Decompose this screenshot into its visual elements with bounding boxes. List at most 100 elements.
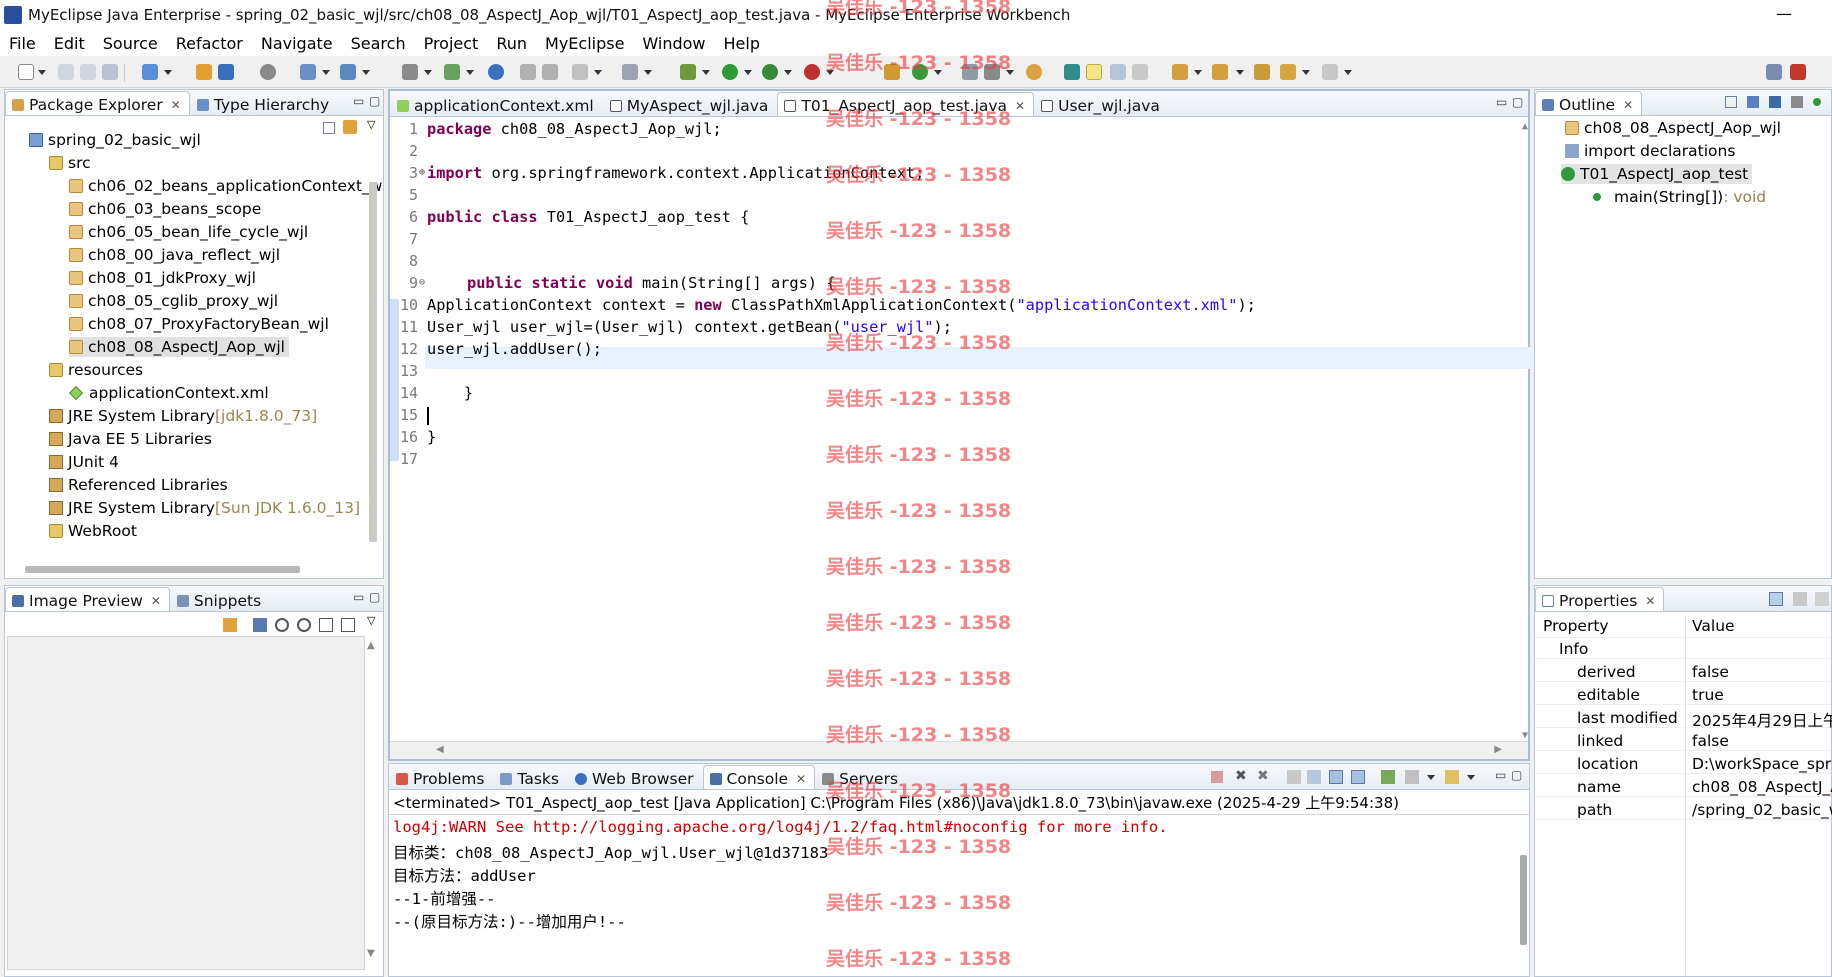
tab-outline[interactable]: Outline ✕ — [1535, 91, 1643, 115]
outline-item-package[interactable]: ch08_08_AspectJ_Aop_wjl — [1565, 118, 1781, 138]
close-icon[interactable]: ✕ — [796, 772, 806, 786]
open-type-dropdown-icon[interactable] — [424, 70, 432, 75]
back-dropdown-icon[interactable] — [1302, 70, 1310, 75]
tree-item-package[interactable]: ch08_07_ProxyFactoryBean_wjl — [69, 314, 329, 334]
horizontal-scrollbar[interactable] — [25, 566, 300, 573]
save-all-icon[interactable] — [80, 64, 96, 80]
tab-properties[interactable]: Properties ✕ — [1535, 587, 1665, 611]
new-dropdown-icon[interactable] — [38, 70, 46, 75]
outline-item-class[interactable]: T01_AspectJ_aop_test — [1561, 164, 1753, 184]
menu-help[interactable]: Help — [715, 34, 769, 53]
minimize-button[interactable]: — — [1776, 4, 1792, 23]
sort-icon[interactable] — [1747, 96, 1759, 108]
block-select-icon[interactable] — [1110, 64, 1126, 80]
property-row[interactable]: last modified 2025年4月29日上午9 — [1535, 708, 1832, 730]
globe-icon[interactable] — [488, 64, 504, 80]
search-icon[interactable] — [340, 64, 356, 80]
outline-item-imports[interactable]: import declarations — [1565, 141, 1735, 161]
back-icon[interactable] — [1280, 64, 1296, 80]
tree-item-library[interactable]: JRE System Library [Sun JDK 1.6.0_13] — [49, 498, 360, 518]
stop-icon[interactable] — [804, 64, 820, 80]
view-menu-icon[interactable]: ▽ — [367, 118, 375, 131]
hide-nonpublic-icon[interactable] — [1813, 98, 1821, 106]
property-row[interactable]: editable true — [1535, 685, 1831, 705]
show-whitespace-icon[interactable] — [1132, 64, 1148, 80]
property-group[interactable]: Info — [1535, 639, 1831, 659]
zoom-icon[interactable] — [622, 64, 638, 80]
pin-console-icon[interactable] — [1381, 770, 1395, 784]
new-icon[interactable] — [18, 64, 34, 80]
tree-item-package[interactable]: ch06_02_beans_applicationContext_w — [69, 176, 382, 196]
menu-edit[interactable]: Edit — [45, 34, 94, 53]
tab-type-hierarchy[interactable]: Type Hierarchy — [190, 91, 338, 115]
tab-problems[interactable]: Problems — [389, 765, 493, 789]
tree-item-package[interactable]: ch08_00_java_reflect_wjl — [69, 245, 280, 265]
categories-icon[interactable] — [1769, 592, 1783, 606]
maximize-view-icon[interactable]: ▢ — [369, 94, 380, 108]
fit-icon[interactable] — [253, 618, 267, 632]
tab-image-preview[interactable]: Image Preview ✕ — [5, 587, 170, 611]
web-icon[interactable] — [444, 64, 460, 80]
cut-icon[interactable] — [520, 64, 536, 80]
property-row[interactable]: derived false — [1535, 662, 1831, 682]
tree-item-package[interactable]: ch06_03_beans_scope — [69, 199, 261, 219]
run-dropdown-icon[interactable] — [744, 70, 752, 75]
last-edit-icon[interactable] — [1254, 64, 1270, 80]
minimize-view-icon[interactable]: ▭ — [353, 94, 364, 108]
run-icon[interactable] — [722, 64, 738, 80]
wizard-dropdown-icon[interactable] — [164, 70, 172, 75]
tab-myaspect-java[interactable]: MyAspect_wjl.java — [603, 92, 778, 116]
menu-file[interactable]: File — [0, 34, 45, 53]
menu-window[interactable]: Window — [633, 34, 714, 53]
open-type-icon[interactable] — [402, 64, 418, 80]
zoom-in-icon[interactable] — [297, 618, 311, 632]
forward-icon[interactable] — [1322, 64, 1338, 80]
outline-item-method[interactable]: main(String[]) : void — [1593, 187, 1766, 207]
scroll-right-icon[interactable]: ▶ — [1494, 744, 1502, 755]
tab-web-browser[interactable]: Web Browser — [568, 765, 703, 789]
tree-item-resources[interactable]: resources — [49, 360, 143, 380]
property-row[interactable]: linked false — [1535, 731, 1831, 751]
menu-run[interactable]: Run — [487, 34, 536, 53]
prev-annotation-icon[interactable] — [1212, 64, 1228, 80]
tree-item-webroot[interactable]: WebRoot — [49, 521, 137, 541]
hide-fields-icon[interactable] — [1769, 96, 1781, 108]
show-on-stdout-icon[interactable] — [1329, 770, 1343, 784]
maximize-view-icon[interactable]: ▢ — [1512, 95, 1523, 109]
open-icon[interactable] — [1026, 64, 1042, 80]
tree-item-library[interactable]: Referenced Libraries — [49, 475, 228, 495]
zoom-dropdown-icon[interactable] — [644, 70, 652, 75]
highlight-icon[interactable] — [1086, 64, 1102, 80]
vertical-scrollbar[interactable] — [369, 182, 377, 542]
tools-dropdown-icon[interactable] — [322, 70, 330, 75]
menu-source[interactable]: Source — [94, 34, 167, 53]
server-icon[interactable] — [260, 64, 276, 80]
maximize-view-icon[interactable]: ▢ — [1511, 768, 1522, 782]
tab-tasks[interactable]: Tasks — [493, 765, 568, 789]
tree-item-package-selected[interactable]: ch08_08_AspectJ_Aop_wjl — [69, 337, 289, 357]
deploy-icon[interactable] — [218, 64, 234, 80]
tools-icon[interactable] — [300, 64, 316, 80]
maximize-view-icon[interactable]: ▢ — [369, 590, 380, 604]
prev-annotation-dropdown-icon[interactable] — [1236, 70, 1244, 75]
save-icon[interactable] — [58, 64, 74, 80]
minimize-view-icon[interactable]: ▭ — [353, 590, 364, 604]
fit-window-icon[interactable] — [341, 618, 355, 632]
close-icon[interactable]: ✕ — [151, 594, 161, 608]
link-editor-icon[interactable] — [343, 120, 357, 134]
scroll-lock-icon[interactable] — [1307, 770, 1321, 784]
scroll-down-icon[interactable]: ▼ — [1522, 730, 1528, 741]
restore-default-icon[interactable] — [1815, 592, 1829, 606]
terminate-icon[interactable] — [1211, 771, 1223, 783]
refresh-icon[interactable] — [542, 64, 558, 80]
settings-dropdown-icon[interactable] — [594, 70, 602, 75]
tree-item-src[interactable]: src — [49, 153, 91, 173]
clear-console-icon[interactable] — [1287, 770, 1301, 784]
zoom-out-icon[interactable] — [275, 618, 289, 632]
fold-expand-icon[interactable]: ⊕ — [419, 167, 425, 178]
tree-item-package[interactable]: ch06_05_bean_life_cycle_wjl — [69, 222, 308, 242]
scroll-down-icon[interactable]: ▼ — [367, 948, 375, 959]
tree-item-xml-file[interactable]: applicationContext.xml — [68, 383, 269, 403]
advanced-icon[interactable] — [1793, 592, 1807, 606]
scroll-left-icon[interactable]: ◀ — [436, 744, 444, 755]
